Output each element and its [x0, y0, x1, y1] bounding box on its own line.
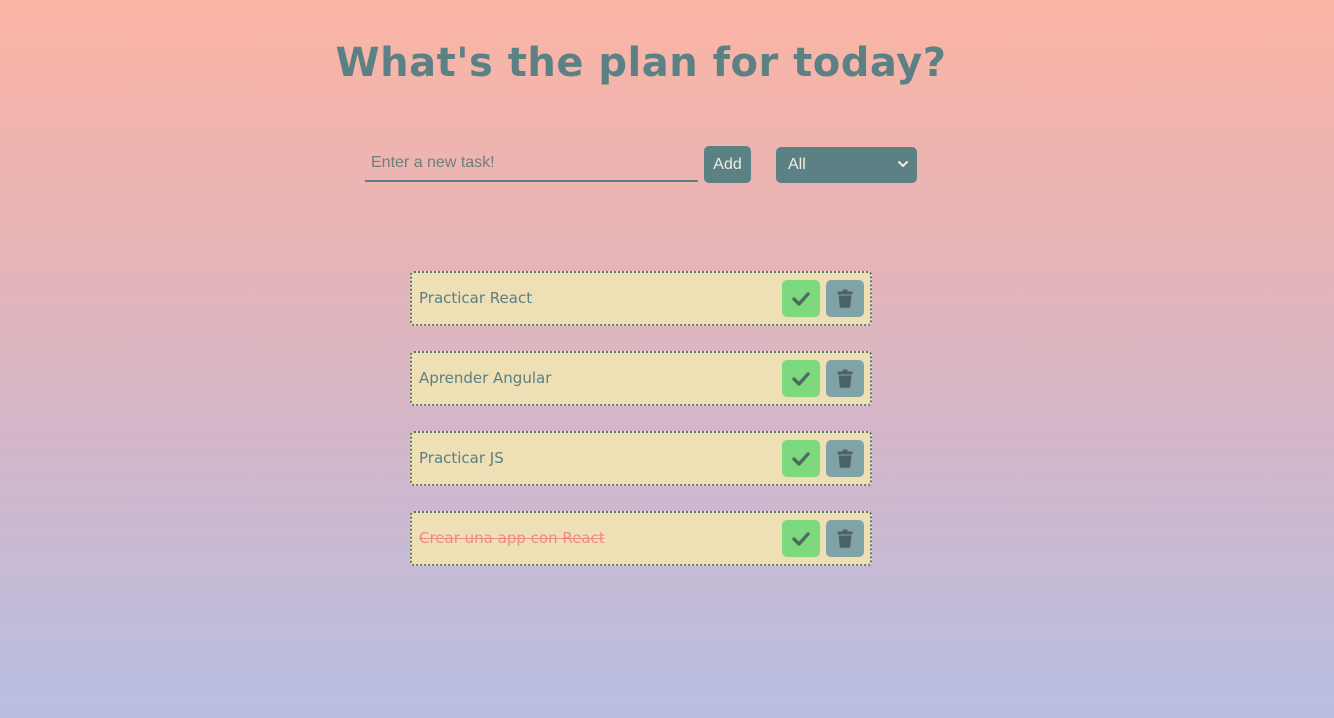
- todo-item: Practicar React: [410, 271, 872, 326]
- complete-button[interactable]: [782, 280, 820, 317]
- trash-icon: [837, 449, 853, 468]
- delete-button[interactable]: [826, 280, 864, 317]
- complete-button[interactable]: [782, 440, 820, 477]
- todo-text: Practicar JS: [419, 449, 504, 467]
- check-icon: [792, 371, 810, 386]
- add-button[interactable]: Add: [704, 146, 751, 183]
- trash-icon: [837, 529, 853, 548]
- filter-select[interactable]: All: [776, 147, 917, 183]
- page-title: What's the plan for today?: [335, 40, 947, 86]
- chevron-down-icon: [898, 161, 908, 167]
- filter-selected-value: All: [788, 156, 806, 173]
- todo-item-completed: Crear una app con React: [410, 511, 872, 566]
- todo-form: Add All: [365, 146, 917, 184]
- todo-item: Aprender Angular: [410, 351, 872, 406]
- todo-text: Crear una app con React: [419, 529, 605, 547]
- complete-button[interactable]: [782, 520, 820, 557]
- delete-button[interactable]: [826, 520, 864, 557]
- todo-text: Practicar React: [419, 289, 533, 307]
- check-icon: [792, 531, 810, 546]
- todo-item: Practicar JS: [410, 431, 872, 486]
- task-input[interactable]: [365, 146, 698, 182]
- todo-text: Aprender Angular: [419, 369, 552, 387]
- trash-icon: [837, 369, 853, 388]
- check-icon: [792, 451, 810, 466]
- delete-button[interactable]: [826, 440, 864, 477]
- delete-button[interactable]: [826, 360, 864, 397]
- complete-button[interactable]: [782, 360, 820, 397]
- trash-icon: [837, 289, 853, 308]
- check-icon: [792, 291, 810, 306]
- todo-list: Practicar React Aprender Angular Practic…: [410, 271, 872, 591]
